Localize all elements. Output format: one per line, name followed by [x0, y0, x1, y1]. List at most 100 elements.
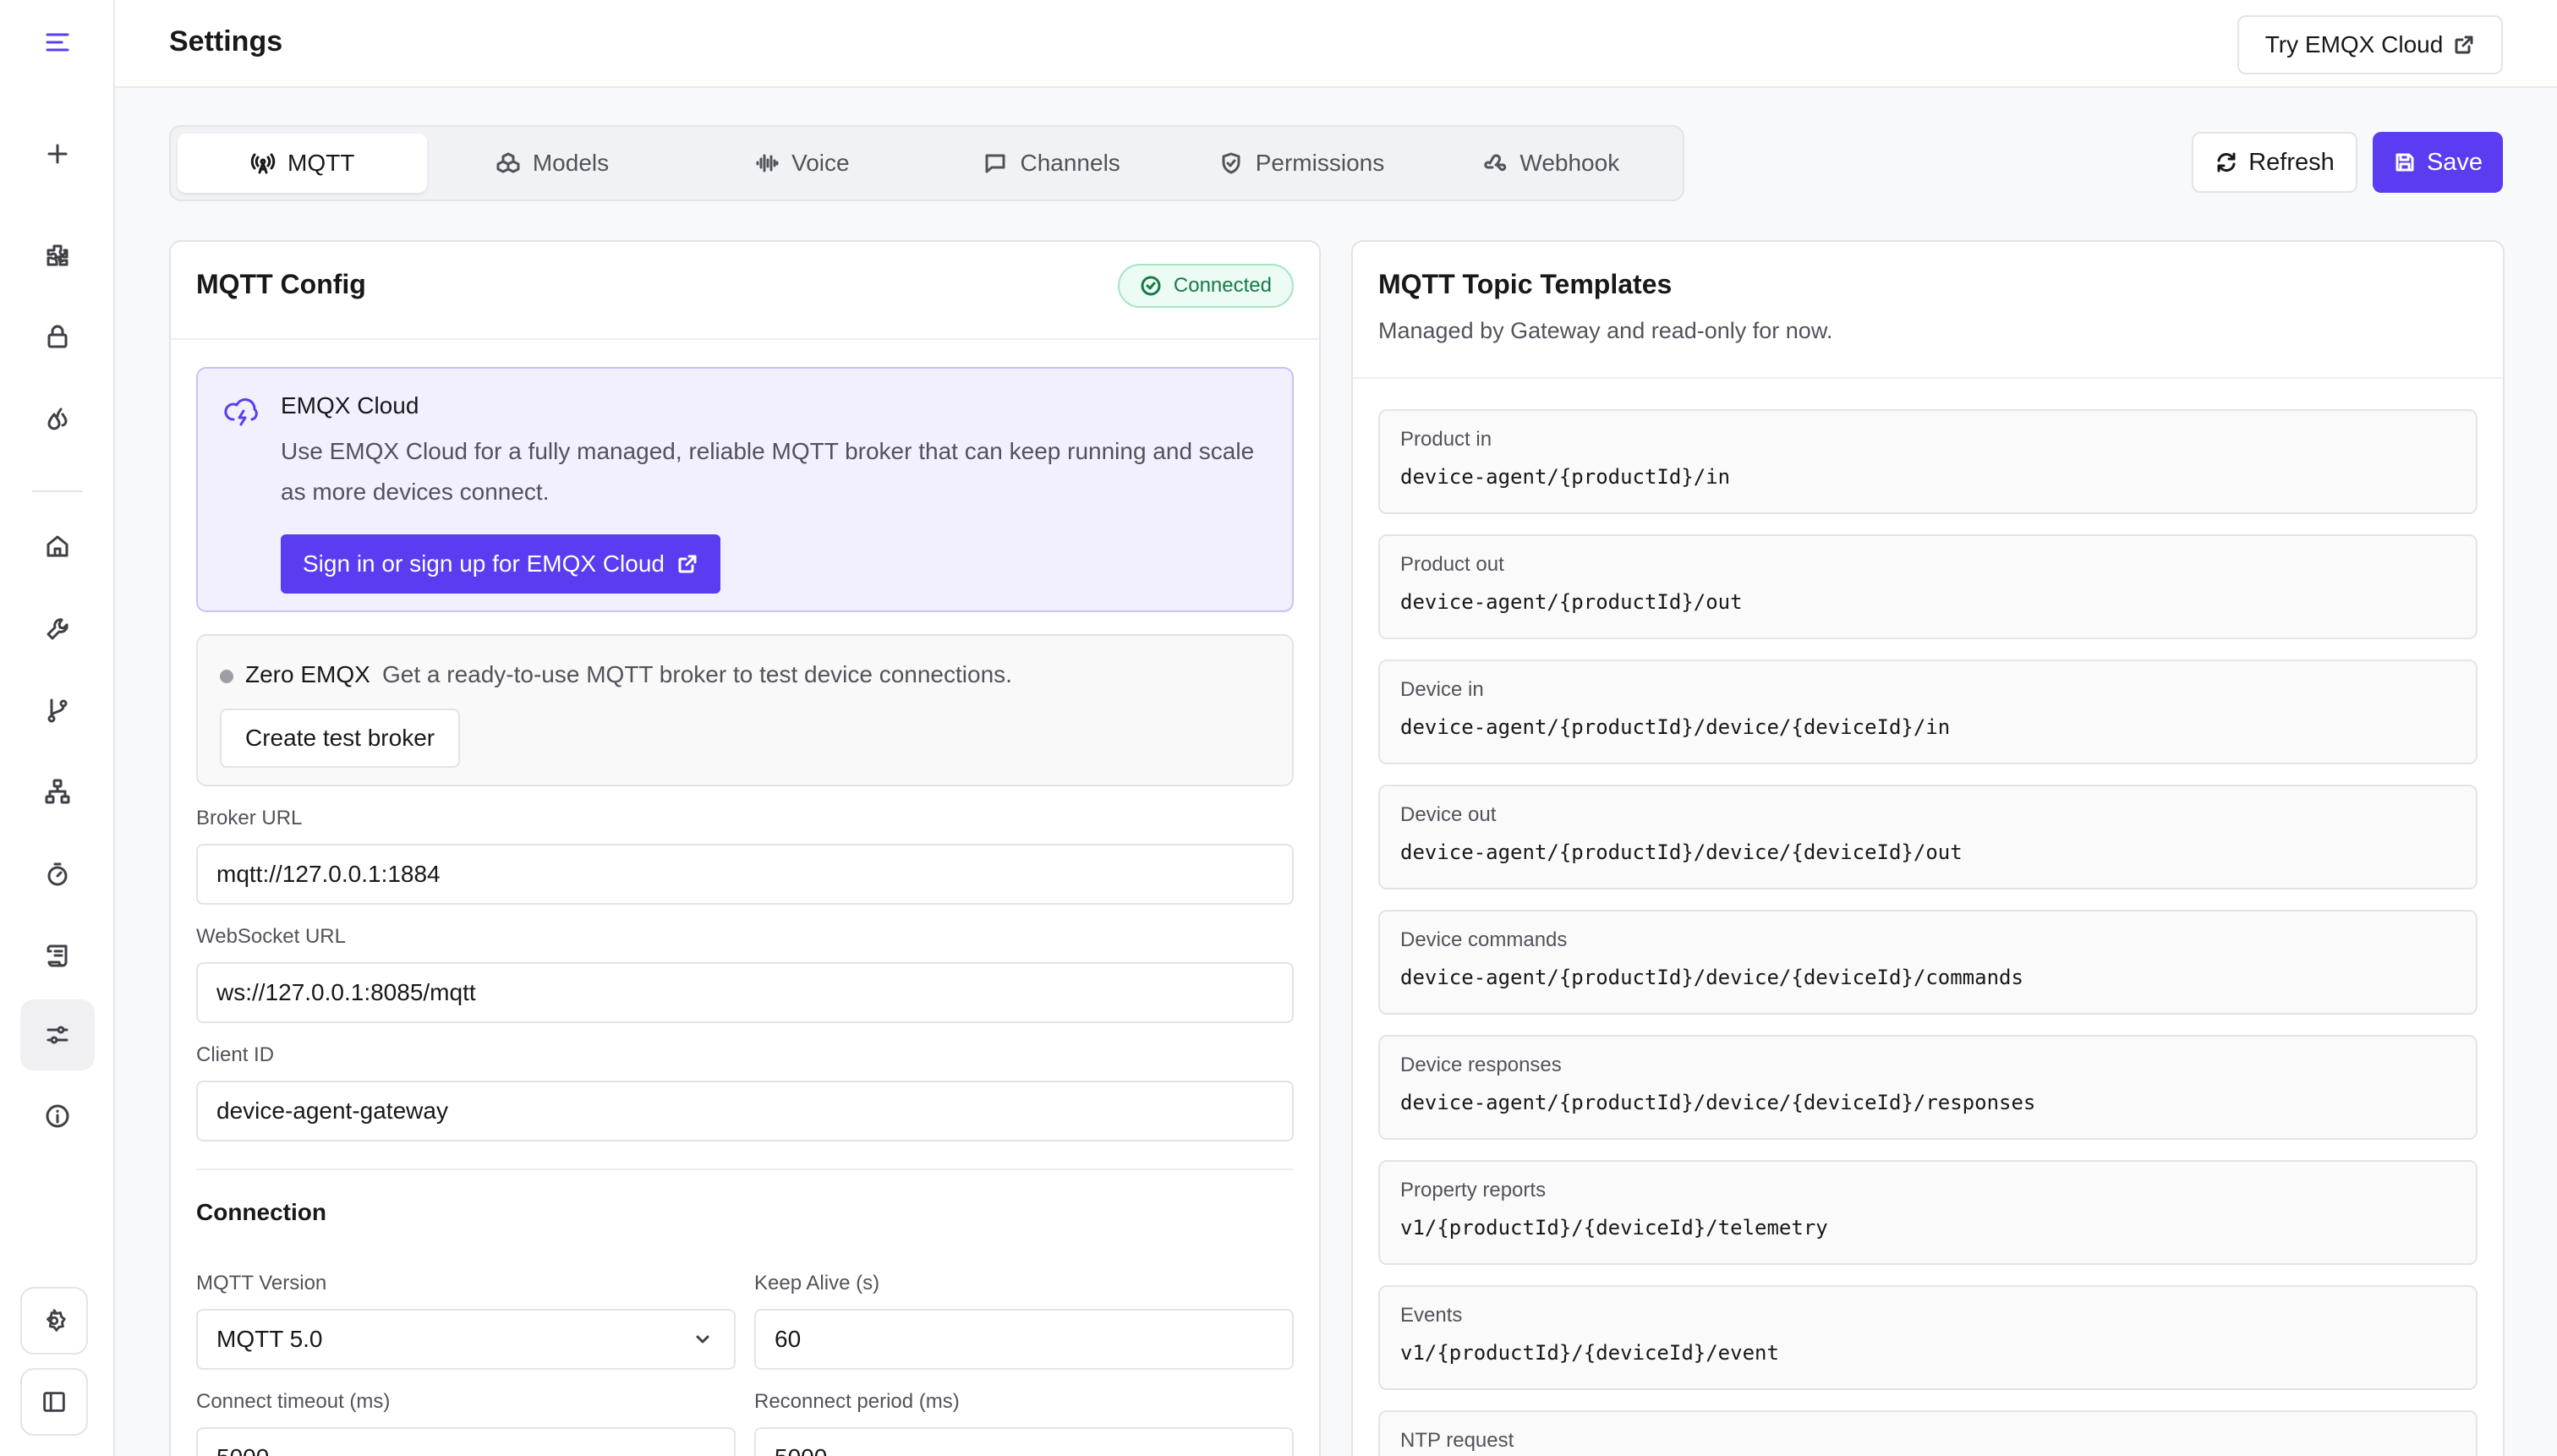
topic-template-label: NTP request [1400, 1429, 1514, 1452]
emqx-cloud-description: Use EMQX Cloud for a fully managed, reli… [281, 438, 1255, 505]
tab-models-label: Models [532, 150, 610, 176]
topic-template-label: Device responses [1400, 1054, 1562, 1076]
tab-webhook-label: Webhook [1519, 150, 1620, 176]
mqtt-version-label: MQTT Version [196, 1272, 327, 1295]
tab-permissions-label: Permissions [1255, 150, 1385, 176]
webhook-icon [1484, 154, 1507, 172]
topic-template-value: device-agent/{productId}/out [1400, 590, 1743, 614]
sliders-icon[interactable] [20, 999, 95, 1070]
tab-webhook[interactable]: Webhook [1426, 134, 1676, 193]
emqx-cloud-title: EMQX Cloud [281, 392, 419, 419]
tab-mqtt[interactable]: MQTT [178, 134, 428, 193]
topic-template-item: Device out device-agent/{productId}/devi… [1378, 785, 2478, 889]
check-circle-icon [1141, 276, 1161, 296]
client-id-label: Client ID [196, 1043, 275, 1066]
git-branch-icon[interactable] [20, 675, 95, 746]
topic-template-item: Product out device-agent/{productId}/out [1378, 534, 2478, 639]
topic-template-label: Device in [1400, 678, 1484, 701]
tab-voice[interactable]: Voice [677, 134, 927, 193]
reconnect-period-label: Reconnect period (ms) [754, 1390, 960, 1413]
audio-waveform-icon [756, 154, 779, 172]
zero-emqx-title: Zero EMQX [245, 661, 370, 687]
status-dot [220, 670, 233, 683]
cloud-lightning-icon [224, 398, 258, 426]
status-badge: Connected [1117, 264, 1294, 308]
save-button[interactable]: Save [2373, 132, 2503, 193]
zero-emqx-description: Get a ready-to-use MQTT broker to test d… [382, 661, 1012, 687]
panel-left-icon[interactable] [20, 1368, 88, 1436]
status-badge-label: Connected [1173, 274, 1272, 297]
external-link-icon [2455, 36, 2473, 54]
settings-icon[interactable] [20, 1287, 88, 1355]
broker-url-input[interactable]: mqtt://127.0.0.1:1884 [196, 844, 1294, 905]
tab-permissions[interactable]: Permissions [1176, 134, 1426, 193]
refresh-button[interactable]: Refresh [2192, 132, 2357, 193]
lock-icon[interactable] [20, 301, 95, 372]
websocket-url-input[interactable]: ws://127.0.0.1:8085/mqtt [196, 962, 1294, 1023]
section-divider [196, 1169, 1294, 1170]
mqtt-version-value: MQTT 5.0 [216, 1326, 323, 1352]
topic-template-item: NTP request [1378, 1410, 2478, 1456]
topic-template-item: Property reports v1/{productId}/{deviceI… [1378, 1160, 2478, 1265]
settings-tabs: MQTT Models Voice Channels Permissions W… [169, 125, 1684, 201]
tab-mqtt-label: MQTT [287, 150, 355, 176]
topic-template-item: Device responses device-agent/{productId… [1378, 1035, 2478, 1140]
topic-template-item: Device commands device-agent/{productId}… [1378, 910, 2478, 1015]
create-test-broker-button[interactable]: Create test broker [220, 709, 461, 768]
tab-channels[interactable]: Channels [927, 134, 1176, 193]
emqx-cloud-box: EMQX Cloud Use EMQX Cloud for a fully ma… [196, 367, 1294, 612]
topic-template-item: Events v1/{productId}/{deviceId}/event [1378, 1285, 2478, 1390]
timer-icon[interactable] [20, 839, 95, 910]
top-header: Settings Try EMQX Cloud [115, 0, 2557, 88]
boxes-icon [496, 152, 520, 173]
refresh-label: Refresh [2248, 148, 2335, 176]
drops-icon[interactable] [20, 384, 95, 455]
mqtt-version-select[interactable]: MQTT 5.0 [196, 1309, 736, 1370]
wrench-icon[interactable] [20, 594, 95, 665]
broker-url-label: Broker URL [196, 807, 303, 829]
topic-template-value: device-agent/{productId}/device/{deviceI… [1400, 715, 1951, 739]
zero-emqx-box: Zero EMQX Get a ready-to-use MQTT broker… [196, 634, 1294, 786]
home-icon[interactable] [20, 511, 95, 582]
topic-template-label: Events [1400, 1304, 1463, 1327]
topic-template-value: v1/{productId}/{deviceId}/telemetry [1400, 1216, 1828, 1240]
topic-templates-card: MQTT Topic Templates Managed by Gateway … [1351, 240, 2505, 1456]
message-square-icon [985, 154, 1005, 173]
connect-timeout-label: Connect timeout (ms) [196, 1390, 391, 1413]
connection-section-title: Connection [196, 1199, 326, 1225]
topic-template-value: device-agent/{productId}/in [1400, 465, 1731, 489]
topic-templates-title: MQTT Topic Templates [1378, 269, 1673, 299]
topic-template-label: Product in [1400, 428, 1492, 451]
tab-models[interactable]: Models [427, 134, 676, 193]
page-title: Settings [169, 25, 283, 57]
network-icon[interactable] [20, 756, 95, 827]
connect-timeout-input[interactable]: 5000 [196, 1427, 736, 1456]
reconnect-period-input[interactable]: 5000 [754, 1427, 1294, 1456]
topic-template-item: Product in device-agent/{productId}/in [1378, 409, 2478, 514]
save-label: Save [2426, 148, 2483, 176]
topic-templates-header: MQTT Topic Templates Managed by Gateway … [1353, 242, 2503, 379]
try-emqx-cloud-button[interactable]: Try EMQX Cloud [2237, 15, 2503, 74]
topic-template-value: v1/{productId}/{deviceId}/event [1400, 1341, 1779, 1365]
topic-template-value: device-agent/{productId}/device/{deviceI… [1400, 840, 1963, 864]
topic-template-label: Property reports [1400, 1179, 1547, 1201]
topic-template-item: Device in device-agent/{productId}/devic… [1378, 660, 2478, 764]
puzzle-icon[interactable] [20, 220, 95, 291]
mqtt-config-header: MQTT Config Connected [171, 242, 1319, 340]
client-id-input[interactable]: device-agent-gateway [196, 1081, 1294, 1141]
refresh-icon [2217, 152, 2236, 172]
tab-channels-label: Channels [1020, 150, 1120, 176]
sidebar [0, 0, 115, 1456]
radio-tower-icon [250, 153, 276, 174]
scroll-icon[interactable] [20, 920, 95, 991]
info-icon[interactable] [20, 1081, 95, 1152]
keep-alive-input[interactable]: 60 [754, 1309, 1294, 1370]
emqx-cloud-signin-button[interactable]: Sign in or sign up for EMQX Cloud [281, 534, 720, 594]
topic-template-label: Product out [1400, 553, 1504, 576]
chevron-down-icon [696, 1335, 709, 1344]
emqx-cloud-signin-label: Sign in or sign up for EMQX Cloud [303, 550, 665, 577]
menu-icon[interactable] [20, 7, 95, 78]
tab-voice-label: Voice [791, 150, 850, 176]
mqtt-config-title: MQTT Config [196, 269, 366, 299]
plus-icon[interactable] [20, 118, 95, 189]
